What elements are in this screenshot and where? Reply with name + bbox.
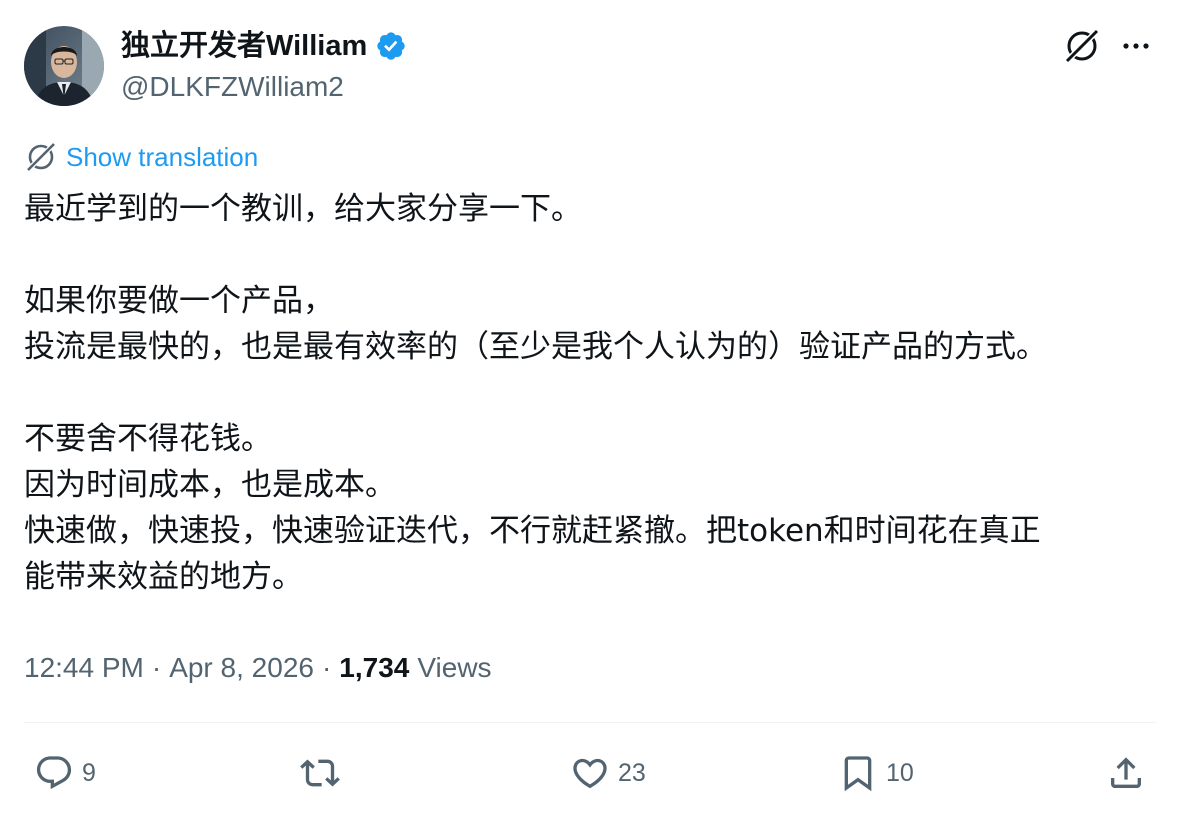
bookmark-button[interactable]: 10	[838, 750, 914, 796]
share-icon	[1111, 757, 1141, 788]
author-handle[interactable]: @DLKFZWilliam2	[121, 70, 344, 104]
author-name[interactable]: 独立开发者William	[121, 28, 407, 64]
reply-count: 9	[82, 759, 96, 787]
repost-icon	[300, 759, 340, 787]
share-button[interactable]	[1106, 750, 1146, 796]
tweet-line: 最近学到的一个教训，给大家分享一下。	[24, 191, 582, 227]
grok-icon[interactable]	[1062, 26, 1102, 66]
author-name-text: 独立开发者William	[121, 30, 368, 62]
tweet-line: 不要舍不得花钱。	[24, 421, 272, 457]
like-count: 23	[618, 759, 646, 787]
verified-badge-icon	[375, 30, 407, 62]
tweet-line: 因为时间成本，也是成本。	[24, 467, 396, 503]
heart-icon	[573, 758, 607, 789]
tweet-meta: 12:44 PM · Apr 8, 2026 · 1,734 Views	[24, 648, 492, 688]
views-count: 1,734	[339, 652, 410, 683]
divider	[24, 722, 1156, 723]
avatar-image	[24, 26, 104, 106]
tweet-date[interactable]: Apr 8, 2026	[169, 648, 314, 688]
reply-button[interactable]: 9	[34, 750, 96, 796]
show-translation-link[interactable]: Show translation	[24, 140, 258, 174]
tweet-line: 快速做，快速投，快速验证迭代，不行就赶紧撤。把token和时间花在真正	[24, 513, 1041, 549]
tweet-text: 最近学到的一个教训，给大家分享一下。 如果你要做一个产品， 投流是最快的，也是最…	[24, 186, 1154, 600]
translate-icon	[24, 140, 58, 174]
bookmark-icon	[844, 756, 872, 792]
show-translation-label: Show translation	[66, 142, 259, 172]
bookmark-count: 10	[886, 759, 914, 787]
author-avatar[interactable]	[24, 26, 104, 106]
more-options-icon[interactable]	[1118, 30, 1154, 62]
tweet-line: 能带来效益的地方。	[24, 559, 303, 595]
tweet-card: 独立开发者William @DLKFZWilliam2 Show transla…	[0, 0, 1192, 820]
tweet-line: 如果你要做一个产品，	[24, 283, 334, 319]
tweet-time[interactable]: 12:44 PM	[24, 648, 144, 688]
views-label: Views	[417, 652, 492, 683]
repost-button[interactable]	[300, 750, 348, 796]
meta-separator: ·	[321, 652, 332, 683]
meta-separator: ·	[151, 652, 162, 683]
like-button[interactable]: 23	[570, 750, 646, 796]
tweet-line: 投流是最快的，也是最有效率的（至少是我个人认为的）验证产品的方式。	[24, 329, 1047, 365]
reply-icon	[36, 756, 72, 790]
